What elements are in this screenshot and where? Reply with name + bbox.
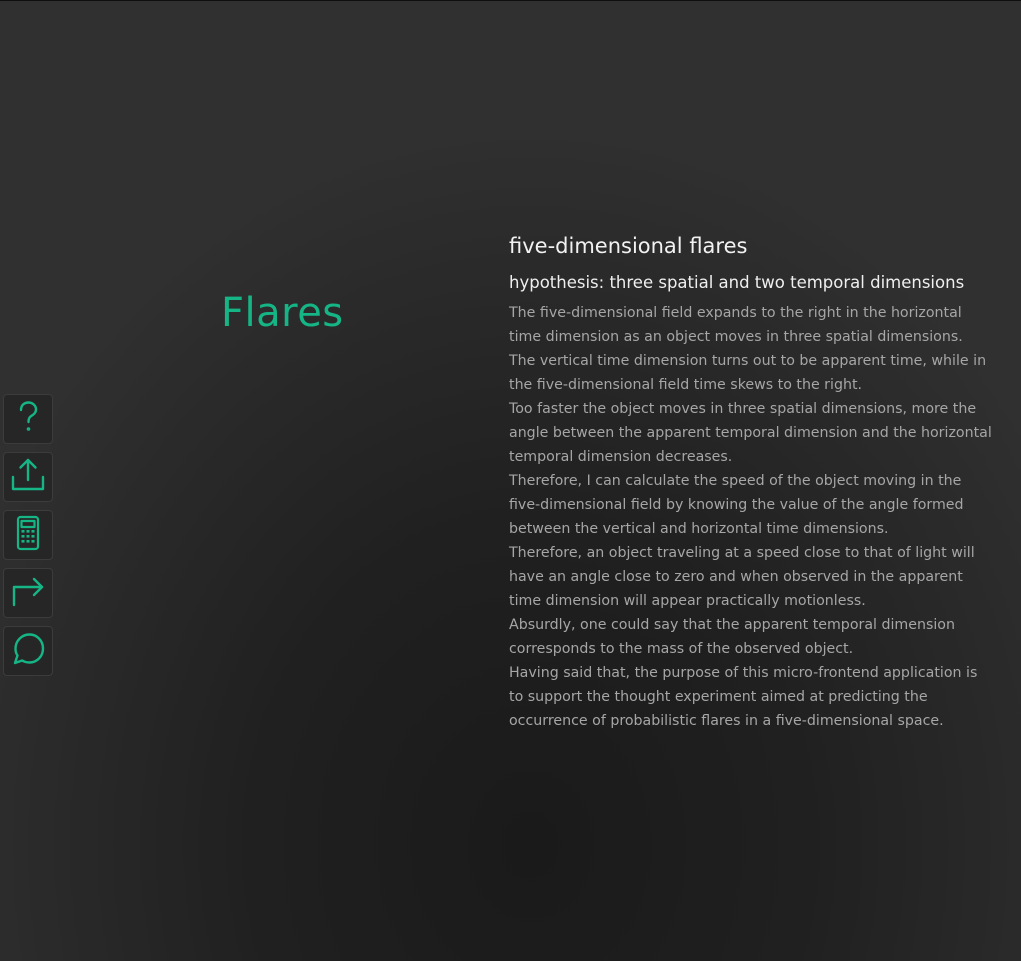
forward-button[interactable]	[3, 568, 53, 618]
arrow-turn-right-icon	[10, 573, 46, 613]
help-button[interactable]	[3, 394, 53, 444]
paragraph-list: The five-dimensional field expands to th…	[509, 301, 995, 733]
question-mark-icon	[10, 399, 46, 439]
calculator-icon	[10, 515, 46, 555]
paragraph: Therefore, an object traveling at a spee…	[509, 545, 975, 609]
paragraph: Too faster the object moves in three spa…	[509, 401, 992, 465]
paragraph: The vertical time dimension turns out to…	[509, 353, 987, 393]
content-subheading: hypothesis: three spatial and two tempor…	[509, 273, 965, 292]
calculator-button[interactable]	[3, 510, 53, 560]
chat-bubble-icon	[10, 631, 46, 671]
paragraph: The five-dimensional field expands to th…	[509, 305, 963, 345]
app-title: Flares	[221, 290, 344, 336]
top-border	[0, 0, 1021, 1]
chat-button[interactable]	[3, 626, 53, 676]
content-panel: five-dimensional flares hypothesis: thre…	[509, 232, 995, 733]
paragraph: Having said that, the purpose of this mi…	[509, 665, 978, 729]
upload-icon	[10, 457, 46, 497]
paragraph: Therefore, I can calculate the speed of …	[509, 473, 964, 537]
content-heading: five-dimensional flares	[509, 234, 748, 258]
paragraph: Absurdly, one could say that the apparen…	[509, 617, 955, 657]
upload-button[interactable]	[3, 452, 53, 502]
